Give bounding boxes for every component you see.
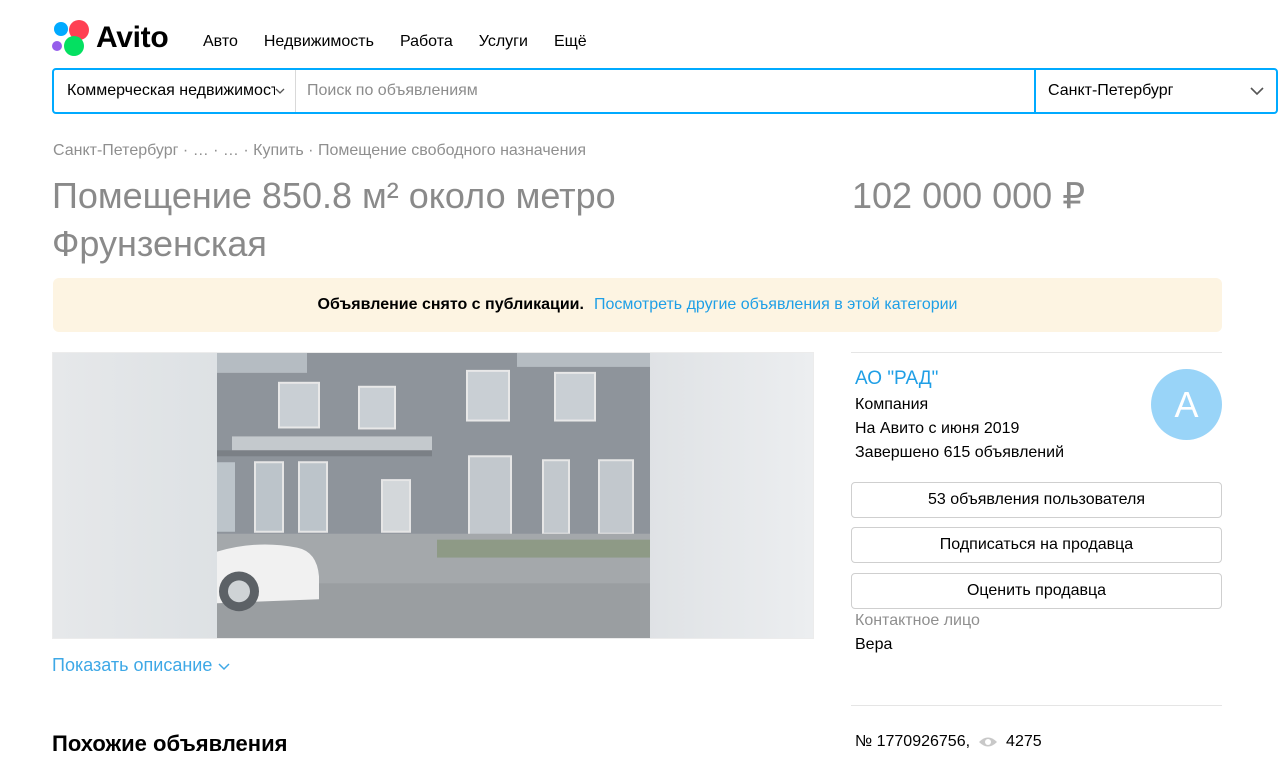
- other-listings-link[interactable]: Посмотреть другие объявления в этой кате…: [594, 296, 958, 314]
- nav-item-realty[interactable]: Недвижимость: [264, 33, 374, 51]
- city-select[interactable]: Санкт-Петербург: [1034, 70, 1276, 112]
- eye-icon: [979, 737, 998, 747]
- city-select-value: Санкт-Петербург: [1048, 82, 1174, 99]
- divider: [851, 352, 1222, 353]
- chevron-down-icon: [218, 662, 230, 670]
- show-description-label: Показать описание: [52, 655, 213, 675]
- seller-listings-button[interactable]: 53 объявления пользователя: [851, 482, 1222, 518]
- listing-price: 102 000 000 ₽: [852, 175, 1086, 216]
- divider: [851, 705, 1222, 706]
- page-title: Помещение 850.8 м² около метро Фрунзенск…: [52, 175, 616, 264]
- show-description-button[interactable]: Показать описание: [52, 655, 230, 676]
- top-nav: Авто Недвижимость Работа Услуги Ещё: [203, 33, 587, 51]
- contact-person-name: Вера: [855, 636, 893, 653]
- seller-completed: Завершено 615 объявлений: [855, 444, 1065, 461]
- chevron-down-icon: [1250, 87, 1264, 96]
- avatar[interactable]: А: [1151, 369, 1222, 440]
- chevron-down-icon: [275, 88, 285, 94]
- avito-logo[interactable]: Avito: [52, 20, 169, 56]
- photo-blur-right: [648, 353, 813, 638]
- logo-text: Avito: [96, 21, 169, 54]
- category-select[interactable]: Коммерческая недвижимость: [54, 70, 296, 112]
- seller-type: Компания: [855, 396, 929, 413]
- listing-meta: № 1770926756, 4275: [855, 733, 1042, 751]
- photo-blur-left: [53, 353, 218, 638]
- similar-listings-heading: Похожие объявления: [52, 731, 288, 756]
- listing-number: № 1770926756,: [855, 733, 971, 750]
- nav-item-more[interactable]: Ещё: [554, 33, 587, 51]
- listing-photo[interactable]: [52, 352, 814, 639]
- contact-person-label: Контактное лицо: [855, 612, 980, 629]
- rate-seller-button[interactable]: Оценить продавца: [851, 573, 1222, 609]
- logo-dots-icon: [52, 20, 90, 56]
- category-select-value: Коммерческая недвижимость: [67, 82, 275, 99]
- breadcrumb[interactable]: Санкт-Петербург · … · … · Купить · Помещ…: [53, 142, 586, 160]
- removed-notice: Объявление снято с публикации. Посмотрет…: [53, 278, 1222, 332]
- subscribe-seller-button[interactable]: Подписаться на продавца: [851, 527, 1222, 563]
- seller-since: На Авито с июня 2019: [855, 420, 1020, 437]
- seller-name-link[interactable]: АО "РАД": [855, 368, 938, 390]
- removed-notice-text: Объявление снято с публикации.: [317, 296, 584, 313]
- building-photo: [217, 353, 650, 638]
- view-count: 4275: [1006, 733, 1042, 750]
- search-input[interactable]: [296, 70, 1034, 112]
- nav-item-services[interactable]: Услуги: [479, 33, 528, 51]
- search-bar: Коммерческая недвижимость Санкт-Петербур…: [52, 68, 1278, 114]
- nav-item-jobs[interactable]: Работа: [400, 33, 453, 51]
- nav-item-auto[interactable]: Авто: [203, 33, 238, 51]
